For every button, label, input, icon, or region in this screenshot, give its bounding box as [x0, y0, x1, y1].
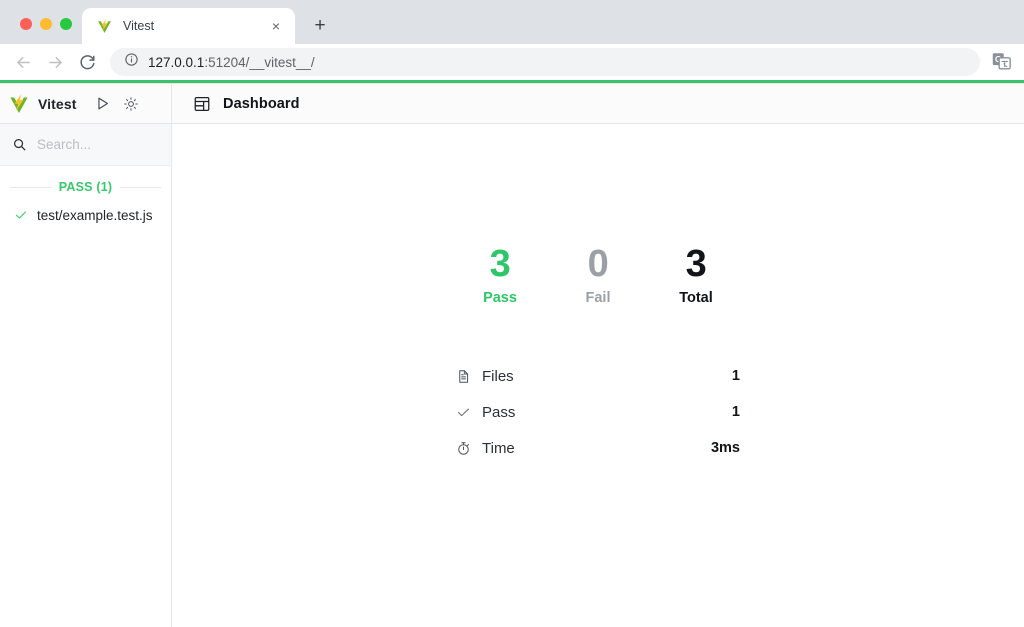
file-icon — [456, 369, 471, 384]
address-bar-path: :51204/__vitest__/ — [204, 54, 315, 70]
sidebar: PASS (1) test/example.test.js — [0, 124, 214, 627]
vitest-header: Vitest Dashboard — [0, 84, 1024, 124]
window-close-button[interactable] — [20, 18, 32, 30]
stat-total-value: 3 — [685, 242, 707, 285]
detail-row-files: Files 1 — [456, 358, 740, 394]
address-bar-url: 127.0.0.1:51204/__vitest__/ — [148, 55, 315, 70]
vitest-brand-zone: Vitest — [0, 84, 172, 123]
forward-arrow-icon[interactable] — [40, 47, 70, 77]
group-divider-left — [10, 186, 51, 188]
vitest-logo-icon — [96, 18, 113, 35]
check-icon — [456, 405, 471, 420]
search-icon — [12, 137, 27, 152]
play-icon[interactable] — [93, 94, 112, 113]
check-icon — [14, 208, 28, 222]
stat-fail-value: 0 — [587, 242, 609, 285]
stat-fail: 0 Fail — [549, 242, 647, 307]
detail-row-time: Time 3ms — [456, 430, 740, 466]
reload-icon[interactable] — [72, 47, 102, 77]
detail-label-pass: Pass — [482, 403, 516, 421]
browser-window: Vitest × + 127.0.0.1:51204/__vitest__/ G… — [0, 0, 1024, 627]
search-row[interactable] — [0, 124, 214, 166]
browser-toolbar: 127.0.0.1:51204/__vitest__/ G — [0, 44, 1024, 80]
run-progress-fill — [0, 80, 1024, 83]
vitest-body: PASS (1) test/example.test.js — [0, 124, 1024, 627]
address-bar-host: 127.0.0.1 — [148, 54, 205, 70]
sun-icon[interactable] — [121, 94, 140, 113]
vitest-view-zone: Dashboard — [172, 84, 300, 123]
stat-fail-label: Fail — [585, 290, 611, 307]
timer-icon — [456, 441, 471, 456]
browser-tab-title: Vitest — [123, 19, 155, 33]
detail-label-time: Time — [482, 439, 515, 457]
dashboard-detail-list: Files 1 Pass 1 Time 3ms — [456, 358, 740, 466]
stat-total: 3 Total — [647, 242, 745, 307]
browser-tab[interactable]: Vitest × — [82, 8, 295, 44]
browser-tab-strip: Vitest × + — [0, 0, 1024, 44]
address-bar[interactable]: 127.0.0.1:51204/__vitest__/ — [110, 48, 980, 76]
group-divider-right — [120, 186, 161, 188]
stat-pass: 3 Pass — [451, 242, 549, 307]
stat-pass-value: 3 — [489, 242, 511, 285]
close-icon[interactable]: × — [267, 17, 285, 35]
stat-pass-label: Pass — [483, 290, 517, 307]
vitest-header-actions — [93, 94, 140, 113]
back-arrow-icon[interactable] — [8, 47, 38, 77]
test-group-header-pass: PASS (1) — [0, 166, 171, 202]
vitest-app: Vitest Dashboard Search... PASS (1) test… — [0, 80, 1024, 627]
sidebar-test-file-name: test/example.test.js — [37, 207, 153, 223]
detail-value-time: 3ms — [710, 440, 740, 457]
translate-icon[interactable]: G — [990, 50, 1014, 74]
group-label-pass: PASS (1) — [58, 180, 113, 194]
vitest-logo-icon — [8, 93, 30, 115]
detail-value-pass: 1 — [731, 404, 740, 421]
window-maximize-button[interactable] — [60, 18, 72, 30]
stat-total-label: Total — [679, 290, 713, 307]
new-tab-button[interactable]: + — [305, 10, 335, 40]
dashboard-content: 3 Pass 0 Fail 3 Total Files 1 Pass 1 Tim… — [172, 124, 1024, 627]
window-minimize-button[interactable] — [40, 18, 52, 30]
page-title: Dashboard — [223, 95, 300, 112]
dashboard-layout-icon[interactable] — [192, 94, 211, 113]
vitest-brand-name: Vitest — [38, 95, 77, 112]
dashboard-summary-stats: 3 Pass 0 Fail 3 Total — [451, 242, 745, 307]
dashboard-panel: 3 Pass 0 Fail 3 Total Files 1 Pass 1 Tim… — [172, 124, 1024, 627]
window-traffic-lights — [0, 18, 82, 44]
detail-value-files: 1 — [731, 368, 740, 385]
info-circle-icon[interactable] — [124, 52, 139, 72]
detail-row-pass: Pass 1 — [456, 394, 740, 430]
detail-label-files: Files — [482, 367, 514, 385]
sidebar-test-file-item[interactable]: test/example.test.js — [0, 202, 171, 228]
